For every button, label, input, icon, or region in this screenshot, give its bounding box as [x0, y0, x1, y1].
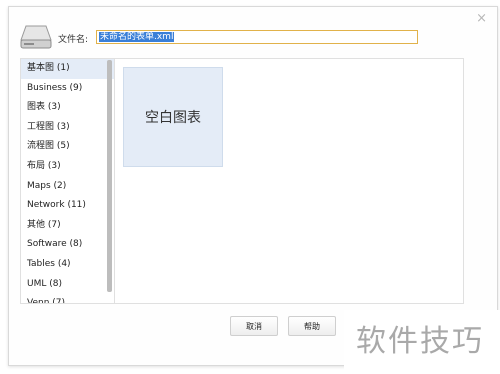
close-icon[interactable]: × [476, 11, 487, 26]
watermark-text: 软件技巧 [356, 324, 484, 359]
cancel-button[interactable]: 取消 [230, 316, 278, 336]
help-button[interactable]: 帮助 [288, 316, 336, 336]
category-item[interactable]: Network (11) [21, 196, 115, 216]
category-item[interactable]: Business (9) [21, 79, 115, 99]
filename-value: 未命名的表单.xml [99, 32, 175, 42]
category-item[interactable]: Tables (4) [21, 255, 115, 275]
category-list[interactable]: 基本图 (1) Business (9) 图表 (3) 工程图 (3) 流程图 … [20, 58, 116, 304]
category-scrollbar[interactable] [107, 60, 112, 292]
category-item[interactable]: 工程图 (3) [21, 118, 115, 138]
template-panel: 空白图表 [114, 58, 464, 304]
category-item[interactable]: 基本图 (1) [21, 59, 115, 79]
category-item[interactable]: UML (8) [21, 275, 115, 295]
filename-label: 文件名: [58, 35, 89, 45]
drive-icon [20, 25, 52, 49]
category-item[interactable]: 图表 (3) [21, 98, 115, 118]
category-item[interactable]: 布局 (3) [21, 157, 115, 177]
filename-input[interactable]: 未命名的表单.xml [96, 30, 418, 44]
watermark: 软件技巧 [344, 310, 500, 374]
category-item[interactable]: Software (8) [21, 235, 115, 255]
category-item[interactable]: 其他 (7) [21, 216, 115, 236]
category-item[interactable]: 流程图 (5) [21, 137, 115, 157]
template-blank-diagram[interactable]: 空白图表 [123, 67, 223, 167]
category-item[interactable]: Maps (2) [21, 177, 115, 197]
category-item[interactable]: Venn (7) [21, 294, 115, 303]
